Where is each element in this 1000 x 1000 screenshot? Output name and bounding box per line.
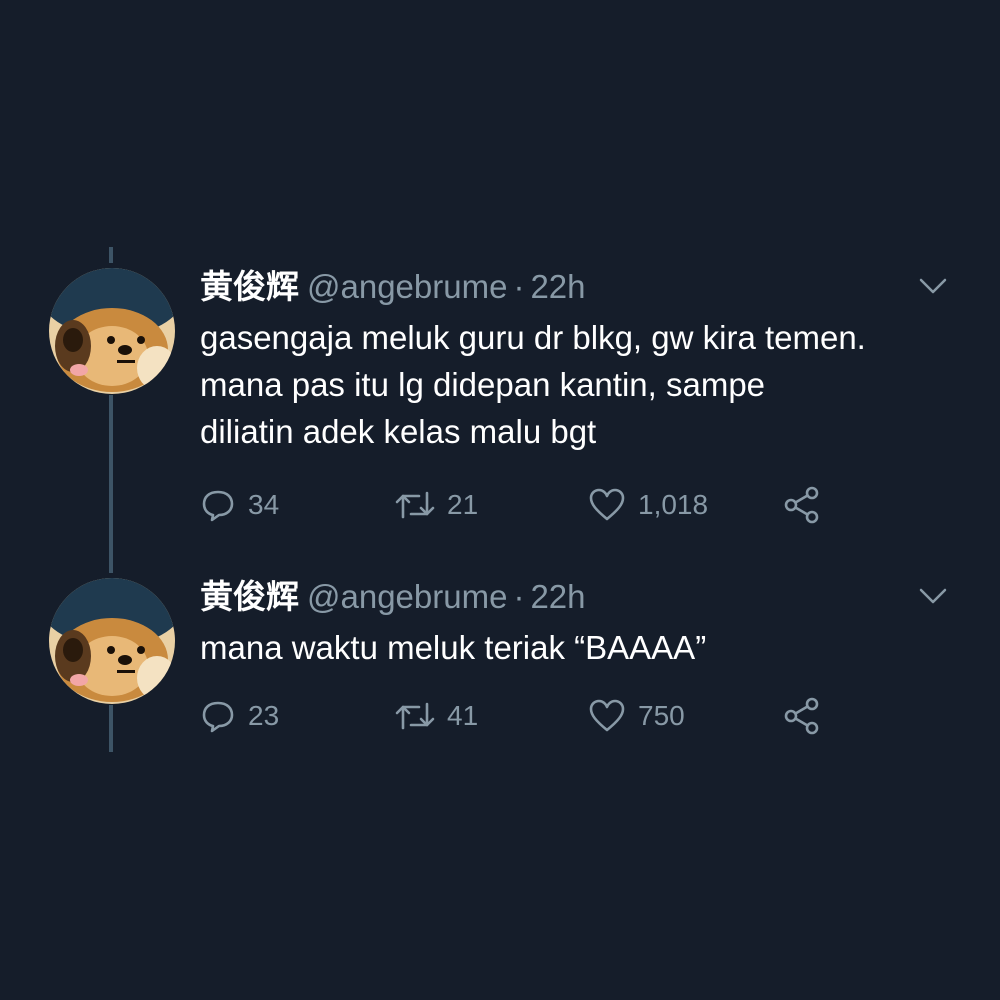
tweet-header: 黄俊辉 @angebrume · 22h [200, 264, 586, 310]
tweet-actions: 23 41 750 [200, 691, 840, 741]
reply-count: 34 [248, 489, 280, 520]
retweet-count: 21 [447, 489, 479, 520]
tweet-text-line: gasengaja meluk guru dr blkg, gw kira te… [200, 319, 866, 356]
timestamp[interactable]: 22h [530, 578, 585, 615]
avatar[interactable] [49, 578, 175, 704]
like-count: 1,018 [638, 489, 709, 520]
separator-dot: · [513, 268, 525, 305]
tweet-text: mana waktu meluk teriak “BAAAA” [200, 624, 970, 671]
user-handle[interactable]: @angebrume [307, 578, 507, 615]
heart-icon [589, 699, 625, 732]
retweet-count: 41 [447, 700, 479, 731]
timestamp[interactable]: 22h [530, 268, 585, 305]
reply-button[interactable]: 23 [200, 691, 279, 741]
like-button[interactable]: 1,018 [588, 480, 708, 530]
avatar[interactable] [49, 268, 175, 394]
retweet-button[interactable]: 21 [393, 480, 478, 530]
avatar-image-dog [49, 268, 175, 394]
thread-line-bottom [109, 705, 113, 752]
tweet-menu-button[interactable] [918, 276, 948, 296]
display-name[interactable]: 黄俊辉 [200, 578, 299, 615]
tweet-header: 黄俊辉 @angebrume · 22h [200, 574, 586, 620]
retweet-button[interactable]: 41 [393, 691, 478, 741]
reply-button[interactable]: 34 [200, 480, 279, 530]
heart-icon [589, 488, 625, 521]
tweet-text-line: mana waktu meluk teriak “BAAAA” [200, 629, 707, 666]
reply-icon [202, 490, 234, 522]
timeline: 黄俊辉 @angebrume · 22h gasengaja meluk guru d… [0, 0, 1000, 1000]
display-name[interactable]: 黄俊辉 [200, 268, 299, 305]
share-icon [784, 486, 819, 524]
tweet-actions: 34 21 1,018 [200, 480, 840, 530]
separator-dot: · [513, 578, 525, 615]
thread-line-connector [109, 395, 113, 573]
retweet-icon [395, 702, 435, 730]
like-button[interactable]: 750 [588, 691, 685, 741]
share-button[interactable] [782, 691, 822, 741]
share-icon [784, 697, 819, 735]
retweet-icon [395, 491, 435, 519]
thread-line-top [109, 247, 113, 263]
tweet-text-line: diliatin adek kelas malu bgt [200, 413, 597, 450]
tweet-text-line: mana pas itu lg didepan kantin, sampe [200, 366, 766, 403]
tweet-text: gasengaja meluk guru dr blkg, gw kira te… [200, 314, 970, 455]
tweet-menu-button[interactable] [918, 586, 948, 606]
chevron-down-icon [919, 278, 947, 294]
reply-icon [202, 701, 234, 733]
like-count: 750 [638, 700, 685, 731]
share-button[interactable] [782, 480, 822, 530]
reply-count: 23 [248, 700, 280, 731]
chevron-down-icon [919, 588, 947, 604]
avatar-image-dog [49, 578, 175, 704]
user-handle[interactable]: @angebrume [307, 268, 507, 305]
